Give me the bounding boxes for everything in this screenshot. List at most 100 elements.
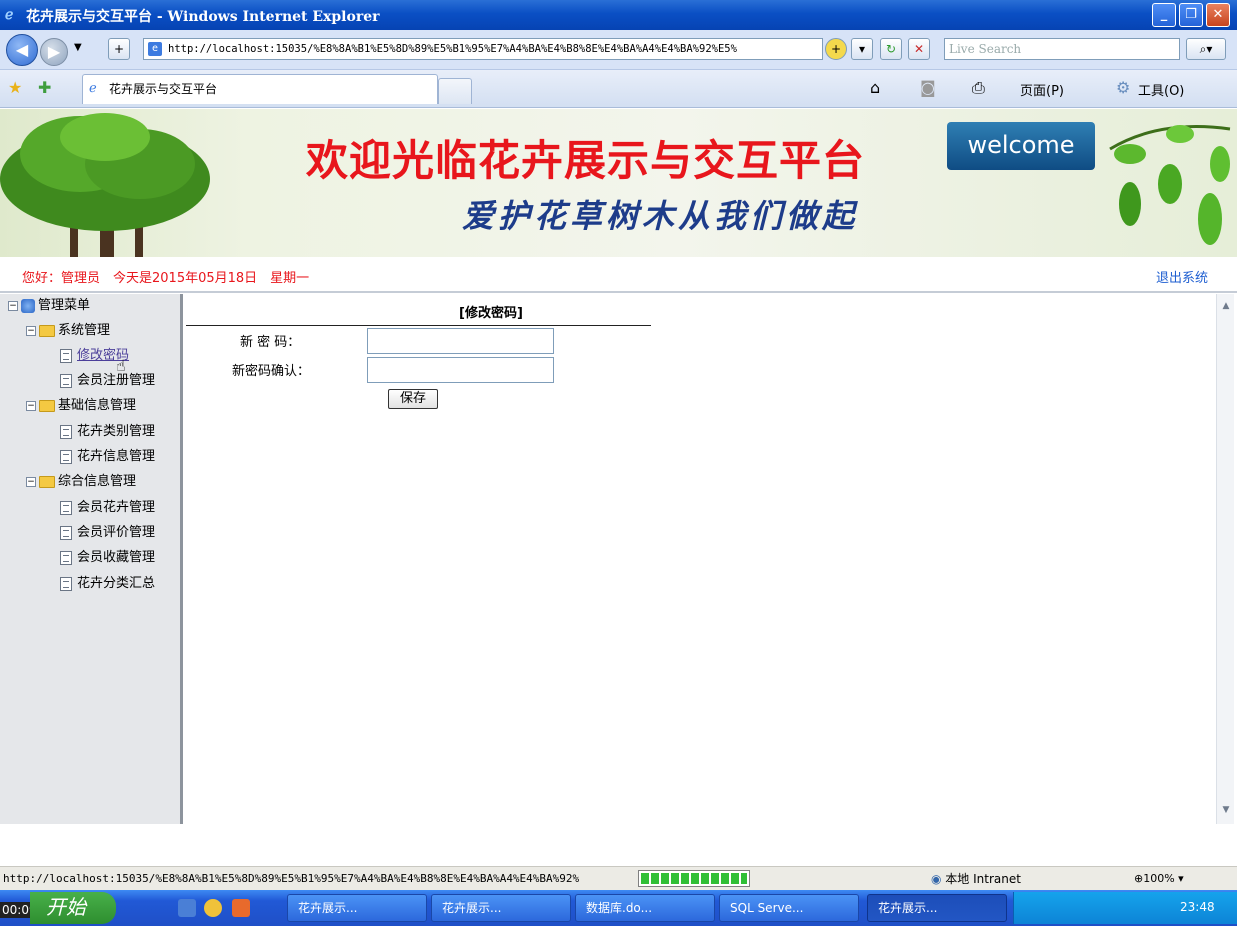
sidebar-item-label[interactable]: 会员花卉管理 [77, 500, 155, 515]
save-button[interactable]: 保存 [388, 389, 438, 409]
quicklaunch-desktop-icon[interactable] [232, 899, 250, 917]
url-text: http://localhost:15035/%E8%8A%B1%E5%8D%8… [168, 43, 737, 55]
sidebar-item-member-flowers[interactable]: 会员花卉管理 [60, 499, 155, 517]
sidebar-item-label[interactable]: 花卉信息管理 [77, 449, 155, 464]
search-icon[interactable]: ⌕▾ [1186, 38, 1226, 60]
close-button[interactable]: ✕ [1206, 3, 1230, 27]
page-icon: e [148, 42, 162, 56]
new-password-input[interactable] [367, 328, 554, 354]
window-titlebar: ℯ 花卉展示与交互平台 - Windows Internet Explorer … [0, 0, 1237, 30]
page-banner: 欢迎光临花卉展示与交互平台 爱护花草树木从我们做起 welcome [0, 109, 1237, 257]
sidebar-item-label[interactable]: 花卉类别管理 [77, 424, 155, 439]
task-button[interactable]: SQL Serve... [719, 894, 859, 922]
start-button[interactable]: 开始 [30, 892, 116, 924]
new-tab-button[interactable] [438, 78, 472, 104]
sidebar-item-flower-summary[interactable]: 花卉分类汇总 [60, 575, 155, 593]
greeting-text: 您好：管理员 今天是2015年05月18日 星期一 [22, 271, 310, 286]
leaves-image [1109, 125, 1231, 245]
search-input[interactable]: Live Search [944, 38, 1180, 60]
menu-group-label: 综合信息管理 [58, 474, 137, 489]
add-favorites-icon[interactable]: ✚ [38, 78, 51, 97]
zone-label: 本地 Intranet [945, 872, 1021, 886]
document-icon [60, 348, 72, 363]
document-icon [60, 550, 72, 565]
new-password-label: 新 密 码： [240, 335, 301, 350]
collapse-icon[interactable]: − [26, 476, 36, 487]
document-icon [60, 500, 72, 515]
sidebar-item-label[interactable]: 会员收藏管理 [77, 550, 155, 565]
compat-icon[interactable]: + [825, 38, 847, 60]
gear-icon[interactable]: ⚙ [1116, 78, 1130, 97]
menu-root-label: 管理菜单 [38, 298, 91, 313]
security-zone[interactable]: ◉ 本地 Intranet [931, 870, 1021, 887]
sidebar-item-member-reviews[interactable]: 会员评价管理 [60, 524, 155, 542]
home-icon[interactable]: ⌂ [870, 78, 880, 97]
intranet-icon: ◉ [931, 872, 946, 886]
address-toolbar: ◀ ▶ ▼ + e http://localhost:15035/%E8%8A%… [0, 30, 1237, 70]
url-dropdown-icon[interactable]: ▾ [851, 38, 873, 60]
stop-icon[interactable]: ✕ [908, 38, 930, 60]
minimize-button[interactable]: _ [1152, 3, 1176, 27]
menu-group-system[interactable]: − 系统管理 [26, 322, 110, 340]
confirm-password-input[interactable] [367, 357, 554, 383]
favorites-star-icon[interactable]: ★ [8, 78, 22, 97]
url-input[interactable]: e http://localhost:15035/%E8%8A%B1%E5%8D… [143, 38, 823, 60]
folder-icon [39, 324, 55, 337]
form-divider [186, 325, 651, 326]
banner-slogan: 爱护花草树木从我们做起 [462, 197, 859, 235]
taskbar: 00:09 开始 花卉展示... 花卉展示... 数据库.do... SQL S… [0, 890, 1237, 926]
mouse-cursor-icon: ☝ [116, 356, 126, 375]
collapse-icon[interactable]: − [26, 325, 36, 336]
task-button[interactable]: 花卉展示... [431, 894, 571, 922]
back-button[interactable]: ◀ [6, 34, 38, 66]
print-icon[interactable]: ⎙ [972, 78, 985, 98]
status-url: http://localhost:15035/%E8%8A%B1%E5%8D%8… [3, 872, 580, 885]
confirm-password-label: 新密码确认： [232, 364, 311, 379]
sidebar-item-flower-category[interactable]: 花卉类别管理 [60, 423, 155, 441]
sidebar-item-member-registration[interactable]: 会员注册管理 [60, 372, 155, 390]
banner-title: 欢迎光临花卉展示与交互平台 [306, 136, 866, 185]
zoom-label: 100% [1143, 872, 1175, 885]
logout-link[interactable]: 退出系统 [1156, 267, 1208, 286]
vertical-scrollbar[interactable]: ▲ ▼ [1216, 294, 1234, 824]
clock[interactable]: 23:48 [1180, 900, 1215, 914]
quicklaunch-media-icon[interactable] [204, 899, 222, 917]
scroll-up-icon[interactable]: ▲ [1219, 298, 1233, 314]
collapse-icon[interactable]: − [8, 300, 18, 311]
quicklaunch-ie-icon[interactable] [178, 899, 196, 917]
task-button-active[interactable]: 花卉展示... [867, 894, 1007, 922]
menu-group-label: 基础信息管理 [58, 398, 137, 413]
maximize-button[interactable]: ❐ [1179, 3, 1203, 27]
menu-group-integrated-info[interactable]: − 综合信息管理 [26, 473, 136, 491]
sidebar-item-label[interactable]: 会员评价管理 [77, 525, 155, 540]
sidebar-item-label[interactable]: 花卉分类汇总 [77, 576, 155, 591]
tab-ie-icon: ℯ [89, 81, 97, 96]
sidebar-item-flower-info[interactable]: 花卉信息管理 [60, 448, 155, 466]
progress-fill [641, 873, 747, 884]
task-button[interactable]: 花卉展示... [287, 894, 427, 922]
task-button[interactable]: 数据库.do... [575, 894, 715, 922]
refresh-icon[interactable]: ↻ [880, 38, 902, 60]
document-icon [60, 525, 72, 540]
sidebar-item-label[interactable]: 会员注册管理 [77, 373, 155, 388]
menu-root[interactable]: − 管理菜单 [8, 297, 90, 315]
scroll-down-icon[interactable]: ▼ [1219, 802, 1233, 818]
add-favorite-icon[interactable]: + [108, 38, 130, 60]
zoom-control[interactable]: ⊕100% ▾ [1134, 872, 1184, 885]
zoom-icon: ⊕ [1134, 872, 1144, 885]
window-title: 花卉展示与交互平台 - Windows Internet Explorer [26, 9, 380, 25]
computer-icon [21, 298, 35, 313]
menu-group-basic-info[interactable]: − 基础信息管理 [26, 397, 136, 415]
forward-button[interactable]: ▶ [40, 38, 68, 66]
feeds-icon[interactable]: ◙ [920, 78, 936, 97]
page-menu[interactable]: 页面(P) [1020, 80, 1064, 99]
status-bar: http://localhost:15035/%E8%8A%B1%E5%8D%8… [0, 866, 1237, 890]
info-bar: 您好：管理员 今天是2015年05月18日 星期一 退出系统 [0, 257, 1237, 293]
sidebar-item-member-favorites[interactable]: 会员收藏管理 [60, 549, 155, 567]
collapse-icon[interactable]: − [26, 400, 36, 411]
history-dropdown-icon[interactable]: ▼ [74, 42, 82, 53]
tab-active[interactable]: ℯ 花卉展示与交互平台 [82, 74, 438, 104]
folder-icon [39, 399, 55, 412]
progress-bar [638, 870, 750, 887]
tools-menu[interactable]: 工具(O) [1138, 80, 1184, 99]
